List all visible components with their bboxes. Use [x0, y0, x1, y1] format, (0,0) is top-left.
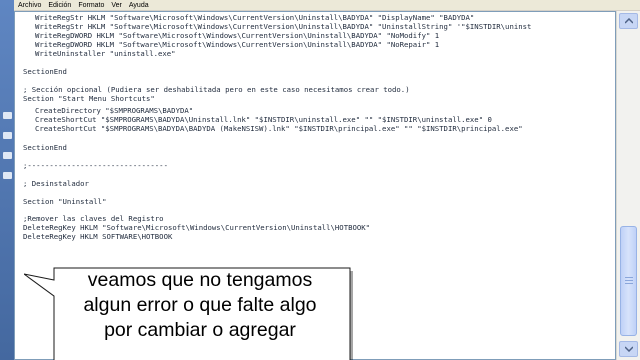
scroll-thumb[interactable]	[620, 226, 637, 336]
code-line: DeleteRegKey HKLM SOFTWARE\HOTBOOK	[23, 232, 173, 241]
arrow-up-icon	[624, 18, 633, 24]
menu-edicion[interactable]: Edición	[48, 0, 71, 11]
code-line: WriteUninstaller "uninstall.exe"	[35, 49, 176, 58]
desktop-icon[interactable]	[3, 172, 12, 179]
code-line: CreateDirectory "$SMPROGRAMS\BADYDA"	[35, 106, 194, 115]
balloon-line: algun error o que falte algo	[83, 294, 317, 316]
menu-ver[interactable]: Ver	[111, 0, 122, 11]
code-line: ;--------------------------------	[23, 161, 168, 170]
code-line: WriteRegDWORD HKLM "Software\Microsoft\W…	[35, 31, 440, 40]
menu-bar: Archivo Edición Formato Ver Ayuda	[14, 0, 640, 11]
code-line: CreateShortCut "$SMPROGRAMS\BADYDA\Unins…	[35, 115, 492, 124]
code-line: Section "Start Menu Shortcuts"	[23, 94, 155, 103]
menu-archivo[interactable]: Archivo	[18, 0, 41, 11]
menu-ayuda[interactable]: Ayuda	[129, 0, 149, 11]
scroll-up-button[interactable]	[619, 13, 638, 29]
code-line: WriteRegStr HKLM "Software\Microsoft\Win…	[35, 13, 475, 22]
code-line: SectionEnd	[23, 67, 67, 76]
code-line: ; Sección opcional (Pudiera ser deshabil…	[23, 85, 410, 94]
desktop-icon[interactable]	[3, 112, 12, 119]
code-line: SectionEnd	[23, 143, 67, 152]
speech-balloon: veamos que no tengamos algun error o que…	[24, 256, 354, 360]
code-line: ;Remover las claves del Registro	[23, 214, 164, 223]
balloon-line: veamos que no tengamos	[87, 269, 313, 291]
vertical-scrollbar[interactable]	[616, 11, 640, 360]
code-line: ; Desinstalador	[23, 179, 89, 188]
code-line: DeleteRegKey HKLM "Software\Microsoft\Wi…	[23, 223, 371, 232]
balloon-line: por cambiar o agregar	[104, 319, 296, 341]
code-line: WriteRegStr HKLM "Software\Microsoft\Win…	[35, 22, 532, 31]
menu-formato[interactable]: Formato	[78, 0, 104, 11]
scroll-down-button[interactable]	[619, 341, 638, 357]
desktop-icon[interactable]	[3, 152, 12, 159]
desktop-background	[0, 0, 14, 360]
code-line: CreateShortCut "$SMPROGRAMS\BADYDA\BADYD…	[35, 124, 523, 133]
balloon-text: veamos que no tengamos algun error o que…	[60, 268, 340, 343]
arrow-down-icon	[624, 346, 633, 352]
code-line: WriteRegDWORD HKLM "Software\Microsoft\W…	[35, 40, 440, 49]
desktop-icon[interactable]	[3, 132, 12, 139]
code-line: Section "Uninstall"	[23, 197, 107, 206]
